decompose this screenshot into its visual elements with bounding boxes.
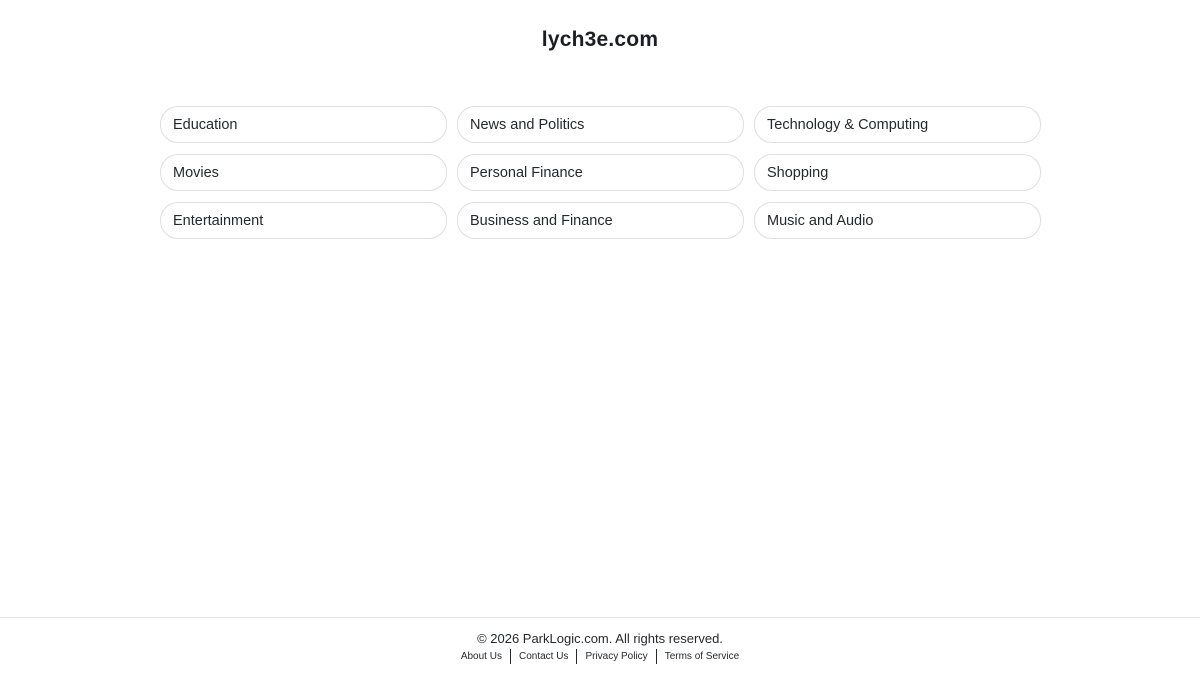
footer-link-terms-of-service[interactable]: Terms of Service (657, 650, 747, 664)
category-link-music-and-audio[interactable]: Music and Audio (754, 202, 1041, 239)
footer: © 2026 ParkLogic.com. All rights reserve… (0, 617, 1200, 674)
footer-links: About Us Contact Us Privacy Policy Terms… (0, 649, 1200, 664)
category-link-movies[interactable]: Movies (160, 154, 447, 191)
category-grid: Education News and Politics Technology &… (160, 106, 1041, 239)
category-link-education[interactable]: Education (160, 106, 447, 143)
footer-link-privacy-policy[interactable]: Privacy Policy (577, 650, 655, 664)
category-link-technology-computing[interactable]: Technology & Computing (754, 106, 1041, 143)
category-link-personal-finance[interactable]: Personal Finance (457, 154, 744, 191)
category-link-entertainment[interactable]: Entertainment (160, 202, 447, 239)
footer-link-about-us[interactable]: About Us (453, 650, 510, 664)
category-link-news-and-politics[interactable]: News and Politics (457, 106, 744, 143)
site-title: lych3e.com (541, 28, 659, 51)
page: lych3e.com Education News and Politics T… (0, 0, 1200, 674)
copyright-text: © 2026 ParkLogic.com. All rights reserve… (477, 631, 723, 646)
footer-link-contact-us[interactable]: Contact Us (511, 650, 576, 664)
category-link-shopping[interactable]: Shopping (754, 154, 1041, 191)
category-link-business-and-finance[interactable]: Business and Finance (457, 202, 744, 239)
